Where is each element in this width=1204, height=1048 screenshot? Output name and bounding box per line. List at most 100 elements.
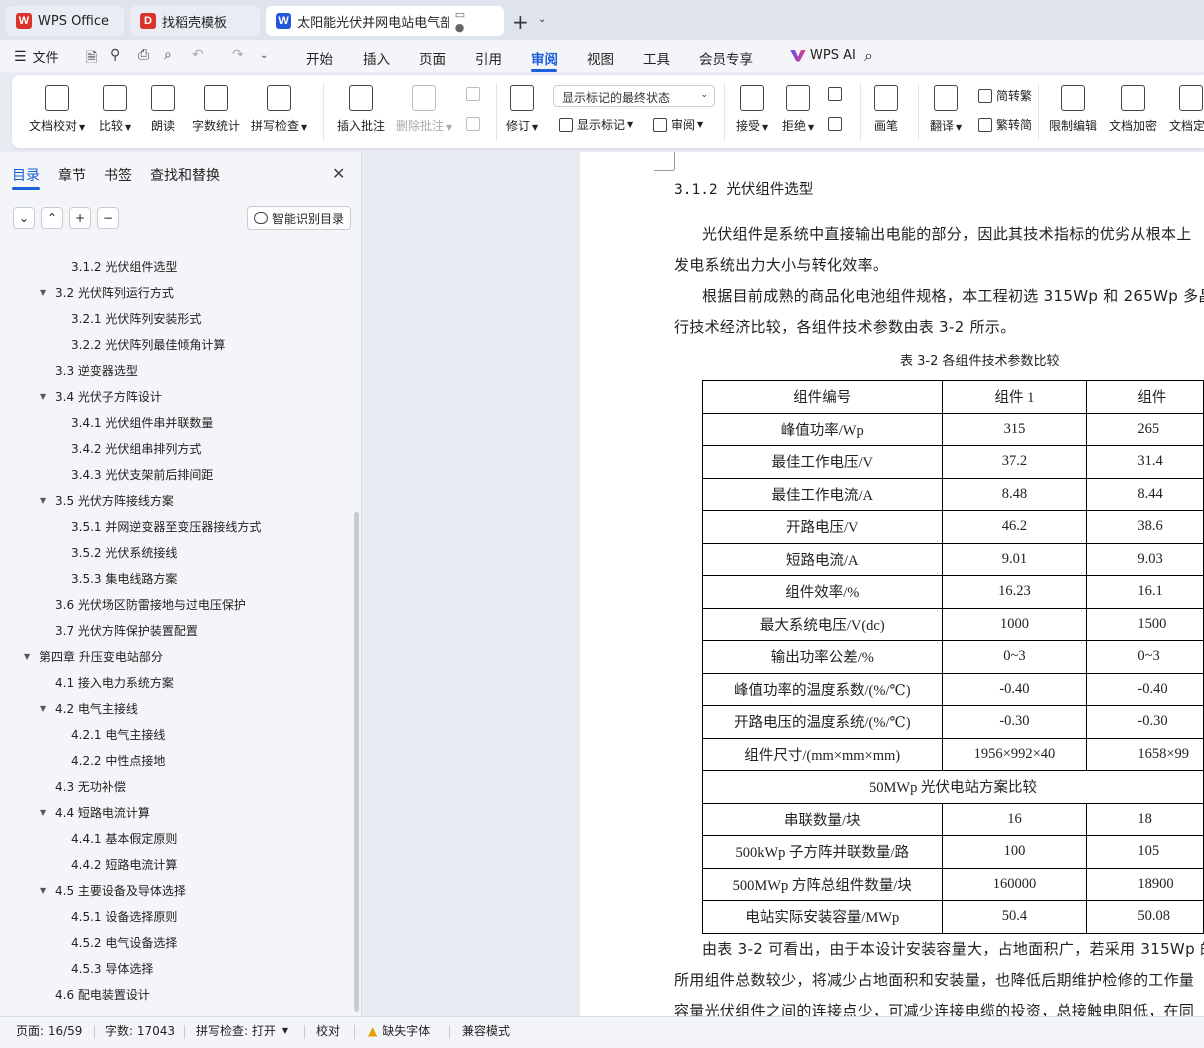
toc-item[interactable]: 4.2.1 电气主接线 [71,724,165,744]
next-change-icon[interactable] [828,117,846,131]
to-simplified-button[interactable]: 繁转简 [978,116,1032,133]
encrypt-button[interactable]: 文档加密 [1109,85,1157,134]
toc-item[interactable]: 4.3 无功补偿 [55,776,126,796]
pen-button[interactable]: 画笔 [874,85,898,134]
toc-item[interactable]: 4.5.1 设备选择原则 [71,906,177,926]
table-cell[interactable]: 16 [941,802,1088,836]
table-cell[interactable]: 500kWp 子方阵并联数量/路 [702,835,943,869]
toc-item[interactable]: ▼ 3.4 光伏子方阵设计 [40,386,162,406]
wps-ai-button[interactable]: WPS AI [790,48,856,63]
word-count-button[interactable]: 字数统计 [192,85,240,134]
table-cell[interactable]: 46.2 [941,510,1088,544]
toc-item[interactable]: 3.4.2 光伏组串排列方式 [71,438,201,458]
menu-page[interactable]: 页面 [419,48,446,68]
expand-triangle-icon[interactable]: ▼ [40,886,52,895]
table-cell[interactable]: 8.44 [1086,477,1204,511]
toc-item[interactable]: ▼ 3.5 光伏方阵接线方案 [40,490,174,510]
table-cell[interactable]: 160000 [941,867,1088,901]
nav-tab-bookmarks[interactable]: 书签 [104,165,132,185]
table-cell[interactable]: 最大系统电压/V(dc) [702,607,943,641]
table-cell[interactable]: -0.40 [941,672,1088,706]
toc-item[interactable]: 3.2.2 光伏阵列最佳倾角计算 [71,334,225,354]
expand-triangle-icon[interactable]: ▼ [24,652,36,661]
table-cell[interactable]: 峰值功率/Wp [702,412,943,446]
compare-button[interactable]: 比较 ▼ [99,85,131,134]
table-cell[interactable]: 500MWp 方阵总组件数量/块 [702,867,943,901]
share-icon[interactable]: ⚲ [110,47,120,63]
toc-item[interactable]: 3.5.3 集电线路方案 [71,568,177,588]
table-cell[interactable]: 37.2 [941,445,1088,479]
table-cell[interactable]: 105 [1086,835,1204,869]
expand-triangle-icon[interactable]: ▼ [40,496,52,505]
toc-item[interactable]: 4.4.2 短路电流计算 [71,854,177,874]
finalize-button[interactable]: 文档定稿 [1169,85,1204,134]
toc-item[interactable]: ▼ 3.2 光伏阵列运行方式 [40,282,174,302]
table-cell[interactable]: 0~3 [1086,640,1204,674]
translate-button[interactable]: 翻译 ▼ [930,85,962,134]
word-count-indicator[interactable]: 字数: 17043 [105,1022,175,1039]
expand-triangle-icon[interactable]: ▼ [40,288,52,297]
expand-triangle-icon[interactable]: ▼ [40,392,52,401]
table-cell[interactable]: 最佳工作电流/A [702,477,943,511]
toc-item[interactable]: ▼ 第四章 升压变电站部分 [24,646,163,666]
toc-item[interactable]: ▼ 4.4 短路电流计算 [40,802,150,822]
table-cell[interactable]: 开路电压/V [702,510,943,544]
table-cell[interactable]: 50.08 [1086,900,1204,934]
nav-tab-toc[interactable]: 目录 [12,165,40,185]
redo-icon[interactable]: ↷ [232,47,244,63]
toc-item[interactable]: 4.1 接入电力系统方案 [55,672,174,692]
review-pane-button[interactable]: 审阅 ▼ [653,116,703,133]
table-cell[interactable]: 开路电压的温度系统/(%/℃) [702,705,943,739]
toc-item[interactable]: 4.5.3 导体选择 [71,958,153,978]
tab-window-icon[interactable]: ▭ ● [455,8,494,34]
table-cell[interactable]: 265 [1086,412,1204,446]
toc-item[interactable]: 3.3 逆变器选型 [55,360,138,380]
table-cell[interactable]: 组件 1 [941,380,1088,414]
spell-check-toggle[interactable]: 拼写检查: 打开 ▼ [196,1022,288,1039]
prev-comment-icon[interactable] [466,87,484,101]
table-cell[interactable]: 组件尺寸/(mm×mm×mm) [702,737,943,771]
table-cell[interactable]: 组件效率/% [702,575,943,609]
table-cell[interactable]: 峰值功率的温度系数/(%/℃) [702,672,943,706]
remove-heading-button[interactable]: − [97,207,119,229]
read-aloud-button[interactable]: 朗读 [151,85,175,134]
menu-start[interactable]: 开始 [306,48,333,68]
table-cell[interactable]: 50.4 [941,900,1088,934]
table-cell[interactable]: 0~3 [941,640,1088,674]
toc-item[interactable]: 3.5.1 并网逆变器至变压器接线方式 [71,516,261,536]
to-traditional-button[interactable]: 简转繁 [978,87,1032,104]
search-icon[interactable]: ⌕ [864,46,873,66]
accept-button[interactable]: 接受 ▼ [736,85,768,134]
collapse-up-button[interactable]: ⌃ [41,207,63,229]
collapse-down-button[interactable]: ⌄ [13,207,35,229]
toc-item[interactable]: 4.4.1 基本假定原则 [71,828,177,848]
restrict-edit-button[interactable]: 限制编辑 [1049,85,1097,134]
toc-item[interactable]: 3.4.3 光伏支架前后排间距 [71,464,213,484]
expand-triangle-icon[interactable]: ▼ [40,704,52,713]
menu-member[interactable]: 会员专享 [699,48,753,68]
menu-insert[interactable]: 插入 [363,48,390,68]
table-cell[interactable]: 9.03 [1086,542,1204,576]
toc-item[interactable]: 3.5.2 光伏系统接线 [71,542,177,562]
table-cell[interactable]: 31.4 [1086,445,1204,479]
table-cell[interactable]: 1500 [1086,607,1204,641]
menu-view[interactable]: 视图 [587,48,614,68]
chevron-down-icon[interactable]: ⌄ [260,50,268,61]
table-cell[interactable]: 串联数量/块 [702,802,943,836]
missing-font-button[interactable]: ▲ 缺失字体 [368,1022,430,1039]
table-cell[interactable]: 组件编号 [702,380,943,414]
spell-check-button[interactable]: 拼写检查 ▼ [251,85,307,134]
add-heading-button[interactable]: + [69,207,91,229]
table-cell[interactable]: 18 [1086,802,1204,836]
table-cell[interactable]: 16.23 [941,575,1088,609]
toc-item[interactable]: 4.2.2 中性点接地 [71,750,165,770]
print-preview-icon[interactable]: ⌕ [164,47,172,63]
toc-item[interactable]: ▼ 4.2 电气主接线 [40,698,138,718]
table-cell[interactable]: 组件 [1086,380,1204,414]
smart-toc-button[interactable]: 智能识别目录 [247,206,351,230]
next-comment-icon[interactable] [466,117,484,131]
track-changes-button[interactable]: 修订 ▼ [506,85,538,134]
reject-button[interactable]: 拒绝 ▼ [782,85,814,134]
table-cell[interactable]: 38.6 [1086,510,1204,544]
tab-document[interactable]: W 太阳能光伏并网电站电气部分 ▭ ● [266,6,504,36]
